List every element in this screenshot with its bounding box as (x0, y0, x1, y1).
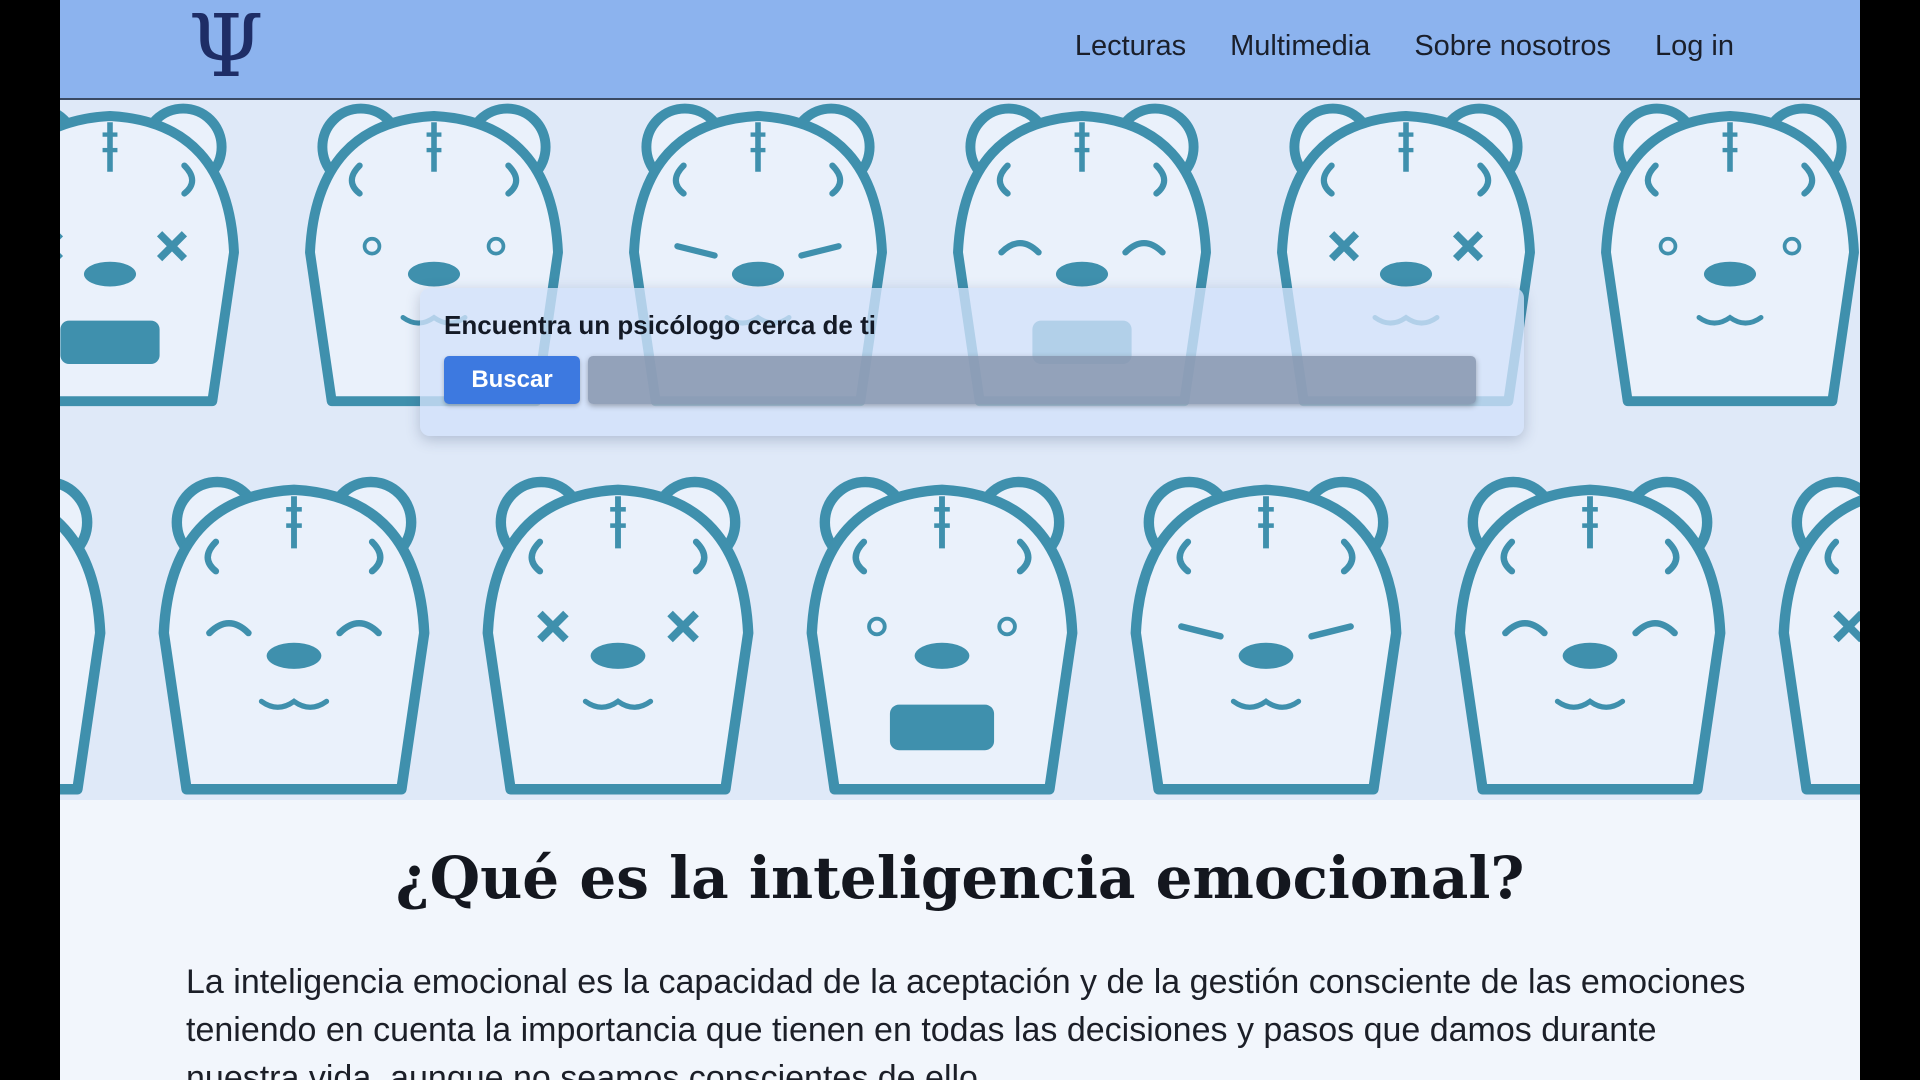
hero-banner: Encuentra un psicólogo cerca de ti Busca… (60, 100, 1860, 800)
bear-face (1778, 476, 1860, 795)
article-title: ¿Qué es la inteligencia emocional? (395, 844, 1525, 912)
bear-face (1130, 476, 1402, 795)
navbar: Ψ Lecturas Multimedia Sobre nosotros Log… (60, 0, 1860, 100)
search-button[interactable]: Buscar (444, 356, 580, 404)
location-search-input[interactable] (588, 356, 1476, 404)
nav-link-multimedia[interactable]: Multimedia (1230, 30, 1370, 63)
bear-face (1601, 103, 1859, 407)
bear-face (60, 478, 106, 795)
bear-face (806, 476, 1078, 795)
nav-links: Lecturas Multimedia Sobre nosotros Log i… (1075, 30, 1734, 63)
nav-link-sobre-nosotros[interactable]: Sobre nosotros (1414, 30, 1611, 63)
psi-logo[interactable]: Ψ (184, 4, 268, 90)
nav-link-log-in[interactable]: Log in (1655, 30, 1734, 63)
nav-link-lecturas[interactable]: Lecturas (1075, 30, 1186, 63)
article-body: La inteligencia emocional es la capacida… (186, 963, 1746, 1080)
bear-pattern-illustration (60, 103, 1860, 795)
bear-face (482, 476, 754, 795)
article-section: ¿Qué es la inteligencia emocional? La in… (60, 800, 1860, 1080)
page: Ψ Lecturas Multimedia Sobre nosotros Log… (60, 0, 1860, 1080)
bear-face (1454, 476, 1726, 795)
psychologist-search-card: Encuentra un psicólogo cerca de ti Busca… (420, 288, 1524, 436)
bear-face (158, 476, 430, 795)
bear-face (60, 103, 239, 407)
search-card-title: Encuentra un psicólogo cerca de ti (444, 310, 876, 340)
